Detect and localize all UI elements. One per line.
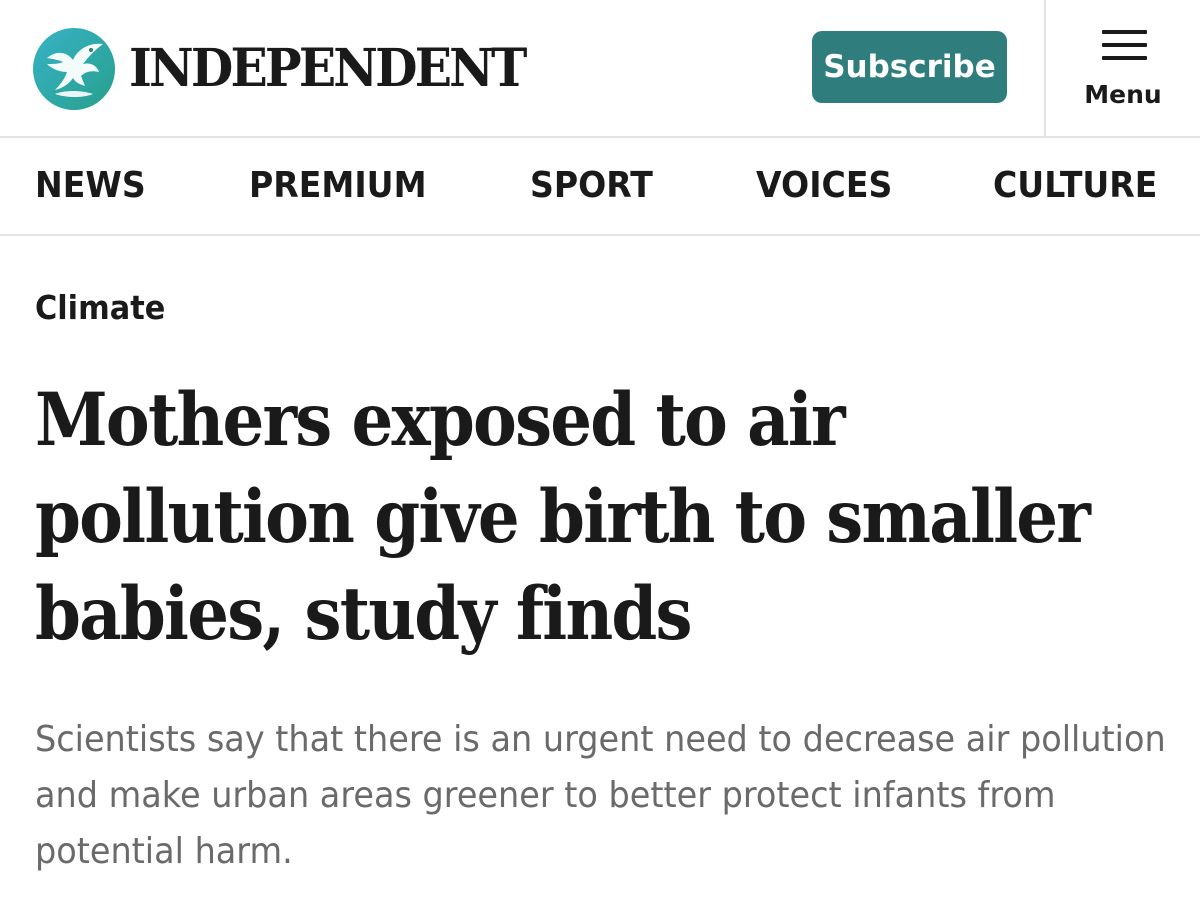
eagle-logo-icon [33, 28, 115, 110]
nav-item-voices[interactable]: VOICES [756, 164, 892, 208]
nav-item-sport[interactable]: SPORT [530, 164, 653, 208]
nav-item-premium[interactable]: PREMIUM [249, 164, 427, 208]
site-header: INDEPENDENT Subscribe Menu [0, 0, 1200, 138]
hamburger-icon [1102, 30, 1147, 60]
primary-nav: NEWS PREMIUM SPORT VOICES CULTURE [0, 138, 1200, 236]
subscribe-button[interactable]: Subscribe [812, 31, 1007, 103]
article-standfirst: Scientists say that there is an urgent n… [35, 719, 1166, 872]
section-label[interactable]: Climate [35, 288, 165, 328]
nav-item-culture[interactable]: CULTURE [993, 164, 1157, 208]
brand-wordmark: INDEPENDENT [129, 38, 527, 99]
menu-button[interactable]: Menu [1046, 0, 1200, 136]
article-headline: Mothers exposed to air pollution give bi… [35, 377, 1091, 657]
brand-home-link[interactable]: INDEPENDENT [33, 28, 550, 110]
nav-item-news[interactable]: NEWS [35, 164, 146, 208]
menu-label: Menu [1084, 80, 1162, 109]
